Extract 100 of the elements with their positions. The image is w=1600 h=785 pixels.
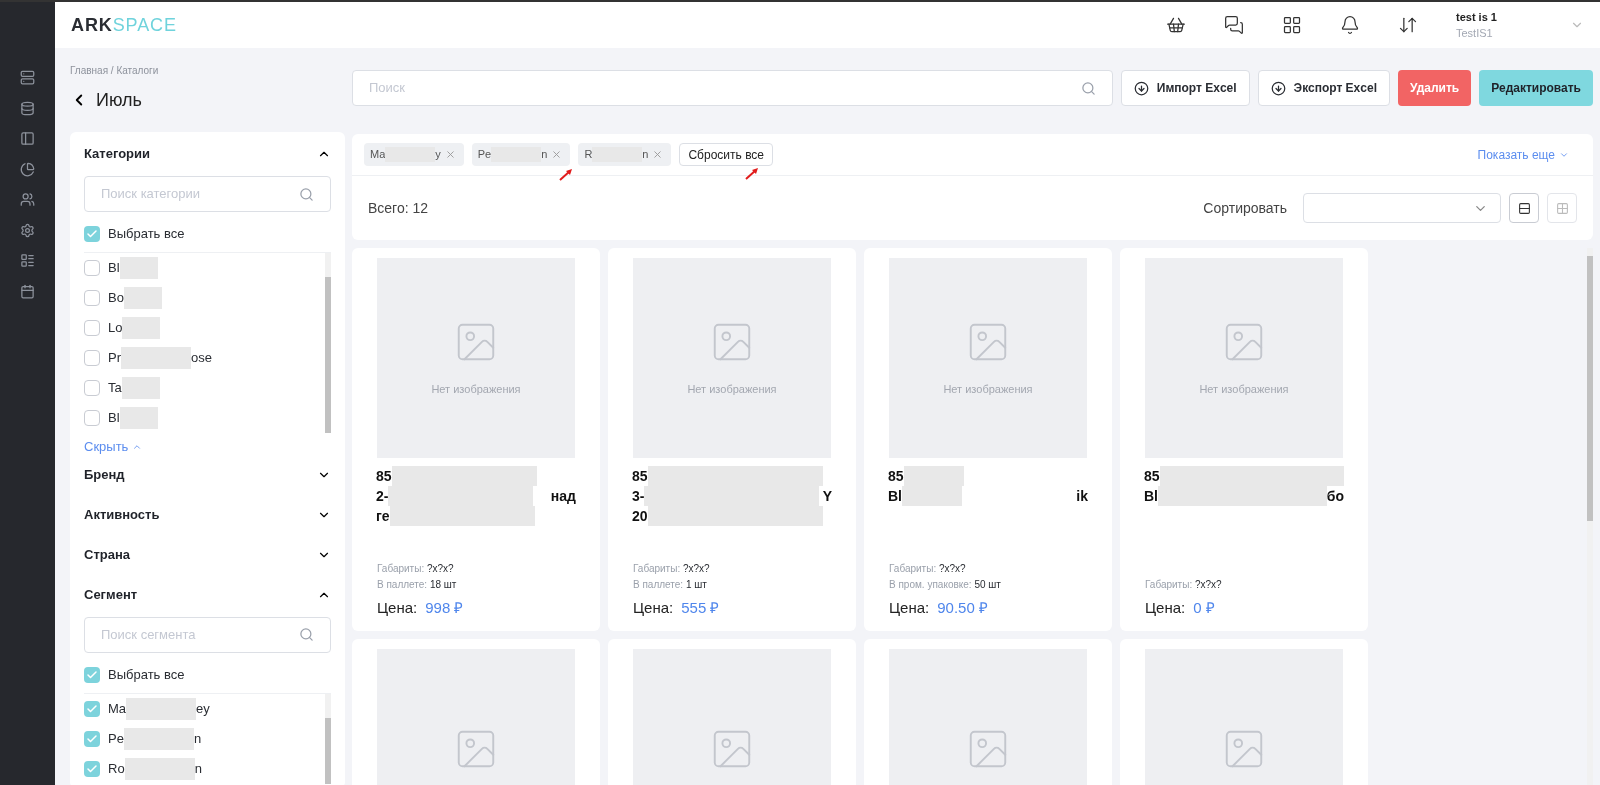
- users-icon[interactable]: [20, 192, 35, 207]
- price: 555 ₽: [681, 597, 720, 618]
- option-label: Bl: [108, 259, 120, 278]
- price: 90.50 ₽: [937, 597, 988, 618]
- price-label: Цена:: [377, 597, 418, 618]
- spec-label: Габариты:: [377, 562, 425, 574]
- remove-icon[interactable]: [652, 149, 664, 160]
- product-title: ik: [1076, 486, 1088, 506]
- calendar-icon[interactable]: [20, 283, 35, 299]
- list-view-button[interactable]: [1509, 193, 1539, 223]
- spec-value: 18 шт: [429, 578, 457, 590]
- server-icon[interactable]: [20, 70, 35, 85]
- list-view-icon: [1517, 201, 1531, 215]
- sort-select[interactable]: [1303, 193, 1501, 223]
- chat-icon[interactable]: [1224, 15, 1244, 35]
- logo[interactable]: ARKSPACE: [71, 11, 177, 39]
- action-button[interactable]: Импорт Excel: [1120, 70, 1250, 106]
- filter-title: Сегмент: [84, 585, 138, 604]
- checkbox[interactable]: [84, 730, 100, 747]
- pie-chart-icon[interactable]: [20, 161, 35, 177]
- checkbox[interactable]: [84, 380, 100, 396]
- total-count: Всего: 12: [368, 198, 429, 218]
- spec-value: ?x?x?: [1194, 578, 1222, 590]
- check-icon: [86, 732, 98, 745]
- placeholder: Поиск сегмента: [101, 625, 196, 644]
- product-title: ге: [376, 506, 390, 526]
- product-card[interactable]: Нет изображения 85 3- Y 20 Габариты: ?x?x? В паллете: 1 шт Цена: 555 ₽: [608, 248, 856, 631]
- no-image-text: Нет изображения: [943, 381, 1033, 397]
- product-title: бо: [1326, 486, 1344, 506]
- placeholder: Поиск: [369, 79, 406, 98]
- user-name: test is 1: [1456, 10, 1498, 25]
- scrollbar[interactable]: [325, 253, 331, 433]
- product-title: над: [550, 486, 576, 506]
- no-image-text: Нет изображения: [1199, 381, 1289, 397]
- action-button[interactable]: Экспорт Excel: [1257, 70, 1390, 106]
- checkbox-label: Выбрать все: [108, 665, 185, 684]
- product-title: 85: [1144, 466, 1160, 486]
- checkbox[interactable]: [84, 760, 100, 777]
- price-label: Цена:: [633, 597, 674, 618]
- bell-icon[interactable]: [1340, 15, 1360, 35]
- product-card[interactable]: Нет изображения 85 2- над ге Габариты: ?x?x? В паллете: 18 шт Цена: 998 ₽: [352, 248, 600, 631]
- checkbox[interactable]: [84, 350, 100, 366]
- remove-icon[interactable]: [444, 149, 456, 160]
- table-icon[interactable]: [20, 253, 35, 268]
- spec-label: Габариты:: [889, 562, 937, 574]
- user-login: TestIS1: [1456, 26, 1494, 41]
- check-icon: [86, 668, 98, 681]
- price-label: Цена:: [1145, 597, 1186, 618]
- filter-chip[interactable]: Ma y: [364, 143, 464, 166]
- price: 998 ₽: [425, 597, 464, 618]
- filter-title: Активность: [84, 505, 160, 524]
- filter-title: Страна: [84, 545, 130, 564]
- option-label: Ro: [108, 759, 125, 778]
- option-label: ey: [196, 699, 210, 718]
- checkbox[interactable]: [84, 290, 100, 306]
- product-title: 2-: [376, 486, 389, 506]
- spec-value: ?x?x?: [938, 562, 966, 574]
- checkbox[interactable]: [84, 260, 100, 276]
- placeholder: Поиск категории: [101, 185, 201, 204]
- product-card[interactable]: Нет изображения 85 Bl бо Габариты: ?x?x? Цена: 0 ₽: [1120, 248, 1368, 631]
- scrollbar[interactable]: [325, 693, 331, 784]
- database-icon[interactable]: [20, 100, 35, 116]
- search-icon: [299, 627, 314, 642]
- checkbox[interactable]: [84, 226, 100, 242]
- product-title: Bl: [888, 486, 902, 506]
- spec-label: В паллете:: [633, 578, 684, 590]
- product-title: 20: [632, 506, 648, 526]
- checkbox[interactable]: [84, 320, 100, 336]
- action-button[interactable]: Редактировать: [1479, 70, 1593, 106]
- scrollbar[interactable]: [1587, 248, 1593, 785]
- check-icon: [86, 702, 98, 715]
- option-label: Pe: [108, 729, 124, 748]
- product-title: 85: [632, 466, 648, 486]
- apps-icon[interactable]: [1282, 15, 1302, 35]
- product-title: 3-: [632, 486, 645, 506]
- price-label: Цена:: [889, 597, 930, 618]
- price: 0 ₽: [1193, 597, 1215, 618]
- filter-chip[interactable]: R n: [578, 143, 672, 166]
- option-label: Pr: [108, 349, 121, 368]
- download-icon: [1133, 80, 1149, 96]
- basket-icon[interactable]: [1166, 15, 1186, 35]
- checkbox[interactable]: [84, 700, 100, 717]
- spec-label: Габариты:: [633, 562, 681, 574]
- exchange-icon[interactable]: [1398, 15, 1418, 35]
- product-card[interactable]: Нет изображения 85 Bl ik Габариты: ?x?x? В пром. упаковке: 50 шт Цена: 90.50 ₽: [864, 248, 1112, 631]
- panel-icon[interactable]: [20, 131, 35, 146]
- checkbox[interactable]: [84, 666, 100, 683]
- grid-view-button[interactable]: [1547, 193, 1577, 223]
- checkbox[interactable]: [84, 410, 100, 426]
- spec-value: 1 шт: [685, 578, 707, 590]
- sort-label: Сортировать: [1203, 198, 1287, 218]
- search-icon: [299, 186, 314, 202]
- search-icon: [1080, 80, 1096, 96]
- settings-icon[interactable]: [20, 222, 35, 238]
- option-label: Ma: [108, 699, 127, 718]
- option-label: n: [193, 729, 202, 748]
- remove-icon[interactable]: [551, 149, 563, 160]
- download-icon: [1270, 80, 1286, 96]
- option-label: ose: [191, 349, 212, 368]
- check-icon: [86, 228, 98, 240]
